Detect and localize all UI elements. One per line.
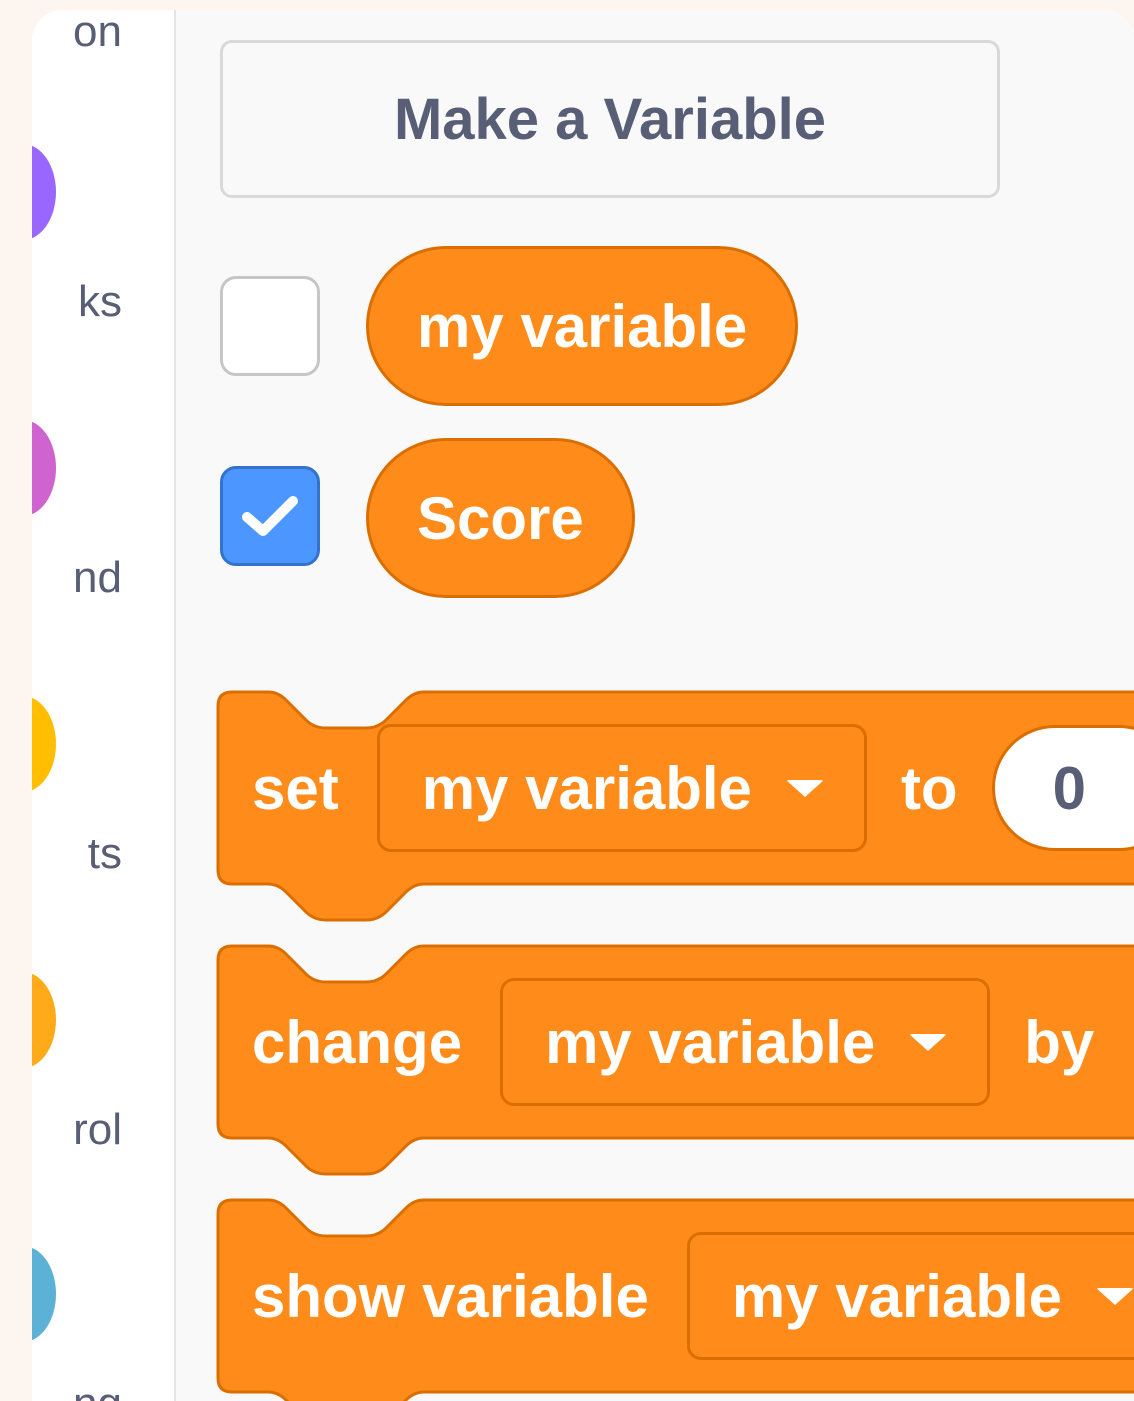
sound-category-icon[interactable] <box>32 420 56 516</box>
show-dropdown-value: my variable <box>731 1262 1063 1330</box>
change-variable-dropdown[interactable]: my variable <box>500 978 991 1106</box>
sensing-category-icon[interactable] <box>32 1246 56 1342</box>
set-value-input[interactable]: 0 <box>991 725 1134 851</box>
chevron-down-icon <box>785 779 824 797</box>
set-variable-dropdown[interactable]: my variable <box>376 724 867 852</box>
show-variable-keyword: show variable <box>252 1262 649 1330</box>
category-label-events[interactable]: ts <box>32 832 122 876</box>
category-label-sound[interactable]: nd <box>32 556 122 600</box>
show-variable-dropdown[interactable]: my variable <box>686 1232 1134 1360</box>
change-block-content: change my variable by <box>216 978 1094 1106</box>
category-label-sensing[interactable]: ng <box>32 1382 122 1401</box>
chevron-down-icon <box>909 1033 948 1051</box>
code-window: on ks nd ts rol ng Make a Variable my va… <box>32 10 1134 1401</box>
block-palette: Make a Variable my variable Score set my… <box>176 10 1134 1401</box>
change-keyword: change <box>252 1008 463 1076</box>
my-variable-checkbox[interactable] <box>220 276 320 376</box>
set-dropdown-value: my variable <box>421 754 752 822</box>
control-category-icon[interactable] <box>32 972 56 1068</box>
category-label-looks[interactable]: ks <box>32 280 122 324</box>
set-keyword: set <box>252 754 339 822</box>
chevron-down-icon <box>1096 1287 1134 1305</box>
category-sidebar: on ks nd ts rol ng <box>32 10 176 1401</box>
score-reporter[interactable]: Score <box>366 438 635 598</box>
events-category-icon[interactable] <box>32 696 56 792</box>
my-variable-reporter[interactable]: my variable <box>366 246 799 406</box>
show-block-content: show variable my variable <box>216 1232 1134 1360</box>
category-label-motion[interactable]: on <box>32 10 122 54</box>
set-block-content: set my variable to 0 <box>216 724 1134 852</box>
checkmark-icon <box>242 496 298 536</box>
by-keyword: by <box>1024 1008 1095 1076</box>
score-checkbox[interactable] <box>220 466 320 566</box>
looks-category-icon[interactable] <box>32 144 56 240</box>
to-keyword: to <box>900 754 958 822</box>
make-a-variable-button[interactable]: Make a Variable <box>220 40 1000 198</box>
category-label-control[interactable]: rol <box>32 1108 122 1152</box>
change-dropdown-value: my variable <box>545 1008 876 1076</box>
